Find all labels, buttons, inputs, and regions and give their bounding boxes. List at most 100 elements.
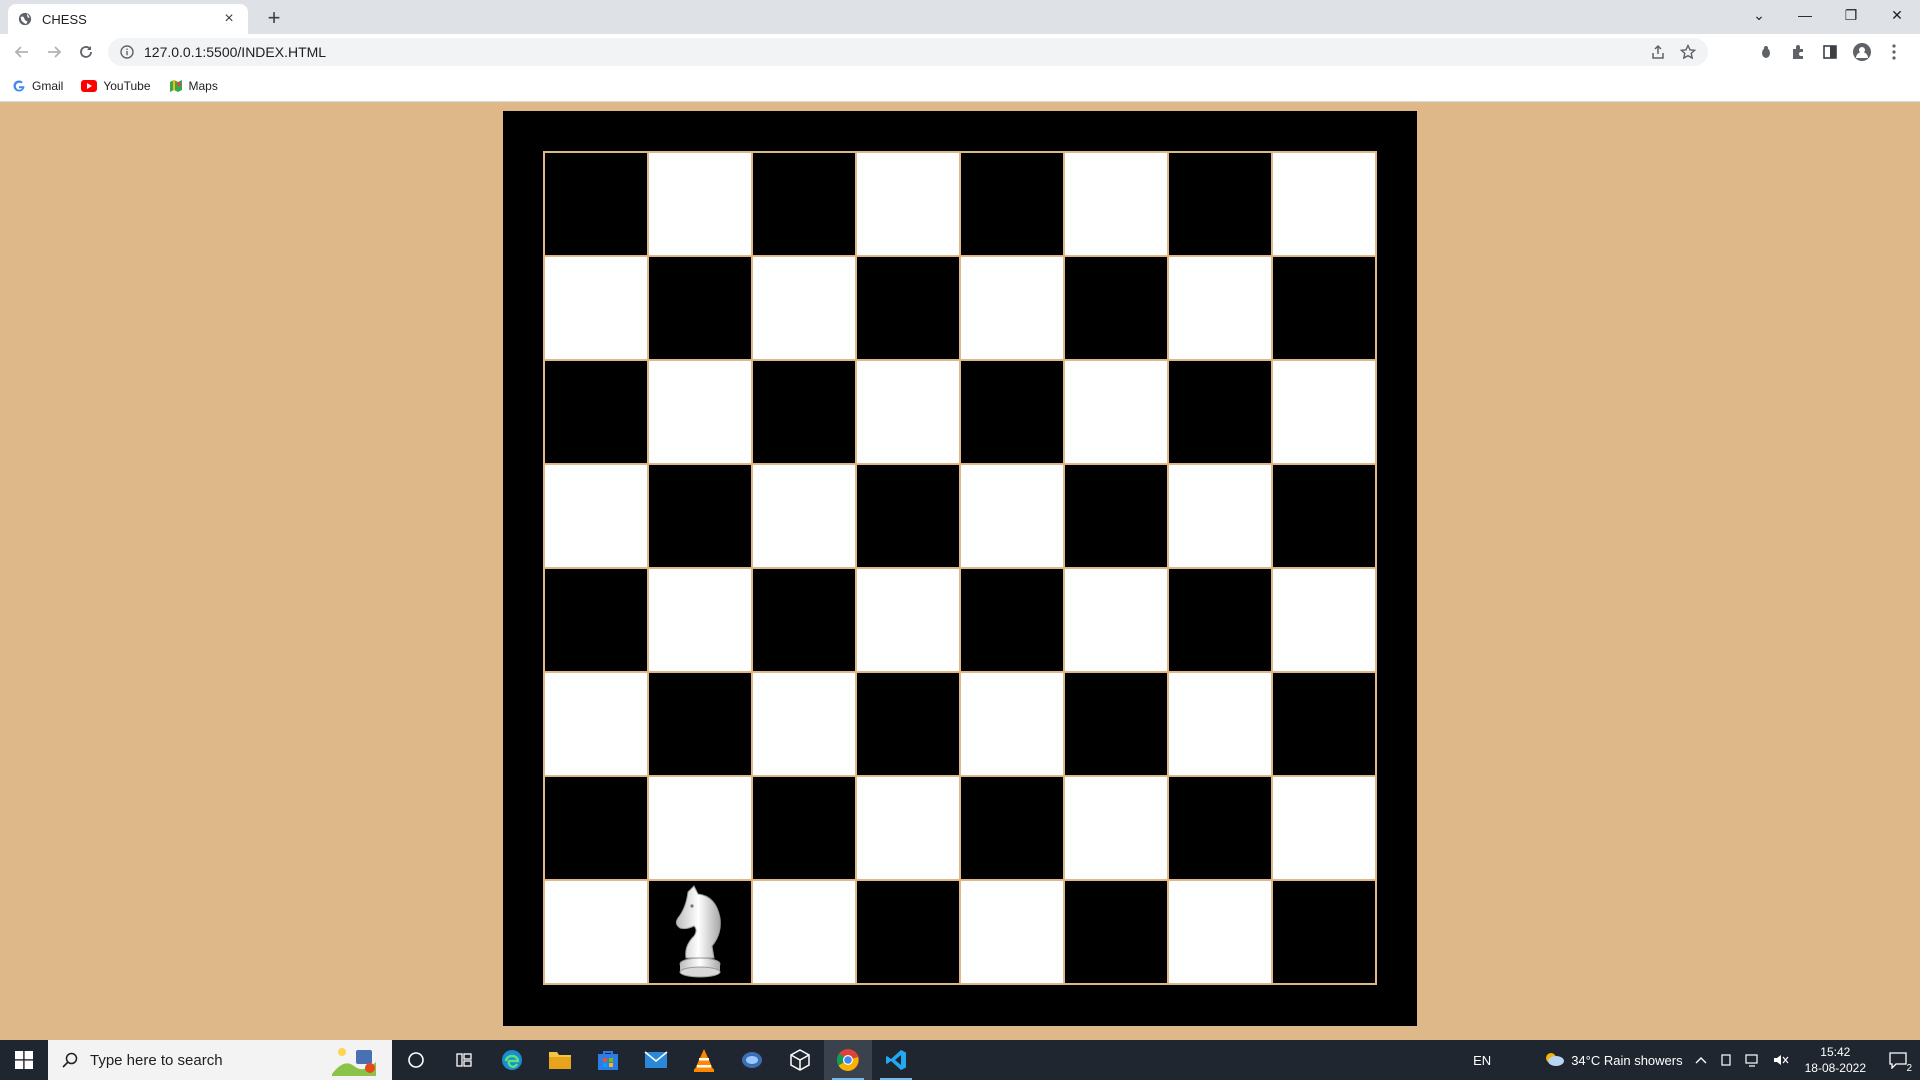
extensions-puzzle-icon[interactable] [1782, 36, 1814, 68]
bookmark-gmail[interactable]: Gmail [12, 79, 63, 93]
mail-app[interactable] [632, 1040, 680, 1080]
board-square-r2c3[interactable] [752, 256, 856, 360]
board-square-r2c7[interactable] [1168, 256, 1272, 360]
restore-button[interactable]: ❐ [1828, 0, 1874, 30]
board-square-r8c6[interactable] [1064, 880, 1168, 984]
board-square-r1c2[interactable] [648, 152, 752, 256]
language-indicator[interactable]: EN [1467, 1053, 1497, 1068]
board-square-r8c8[interactable] [1272, 880, 1376, 984]
board-square-r1c3[interactable] [752, 152, 856, 256]
reload-button[interactable] [70, 36, 102, 68]
extension-bug-icon[interactable] [1750, 36, 1782, 68]
address-bar[interactable]: 127.0.0.1:5500/INDEX.HTML [108, 38, 1708, 66]
board-square-r6c4[interactable] [856, 672, 960, 776]
browser-menu-icon[interactable] [1878, 36, 1910, 68]
task-view-button[interactable] [440, 1040, 488, 1080]
board-square-r3c2[interactable] [648, 360, 752, 464]
board-square-r2c4[interactable] [856, 256, 960, 360]
weather-widget[interactable]: 34°C Rain showers [1537, 1051, 1688, 1069]
board-square-r5c5[interactable] [960, 568, 1064, 672]
board-square-r3c4[interactable] [856, 360, 960, 464]
board-square-r3c7[interactable] [1168, 360, 1272, 464]
board-square-r8c2[interactable] [648, 880, 752, 984]
board-square-r7c6[interactable] [1064, 776, 1168, 880]
tab-chess[interactable]: CHESS × [8, 4, 248, 34]
board-square-r2c6[interactable] [1064, 256, 1168, 360]
board-square-r5c4[interactable] [856, 568, 960, 672]
forward-button[interactable] [38, 36, 70, 68]
board-square-r5c1[interactable] [544, 568, 648, 672]
board-square-r6c6[interactable] [1064, 672, 1168, 776]
board-square-r1c1[interactable] [544, 152, 648, 256]
white-knight-piece[interactable] [660, 884, 740, 980]
vscode-app[interactable] [872, 1040, 920, 1080]
file-explorer-app[interactable] [536, 1040, 584, 1080]
meet-now-button[interactable] [1713, 1053, 1739, 1067]
board-square-r6c7[interactable] [1168, 672, 1272, 776]
new-tab-button[interactable]: + [260, 4, 288, 32]
board-square-r3c3[interactable] [752, 360, 856, 464]
board-square-r4c2[interactable] [648, 464, 752, 568]
info-icon[interactable] [120, 45, 134, 59]
volume-button[interactable] [1767, 1053, 1795, 1067]
board-square-r4c1[interactable] [544, 464, 648, 568]
board-square-r6c2[interactable] [648, 672, 752, 776]
start-button[interactable] [0, 1040, 48, 1080]
board-square-r6c3[interactable] [752, 672, 856, 776]
board-square-r8c3[interactable] [752, 880, 856, 984]
taskbar-search[interactable]: Type here to search [48, 1040, 392, 1080]
chrome-app[interactable] [824, 1040, 872, 1080]
show-hidden-icons-button[interactable] [1689, 1056, 1713, 1064]
board-square-r4c7[interactable] [1168, 464, 1272, 568]
share-icon[interactable] [1650, 44, 1666, 60]
board-square-r2c2[interactable] [648, 256, 752, 360]
generic-app[interactable] [728, 1040, 776, 1080]
board-square-r5c3[interactable] [752, 568, 856, 672]
board-square-r5c7[interactable] [1168, 568, 1272, 672]
board-square-r8c1[interactable] [544, 880, 648, 984]
board-square-r8c5[interactable] [960, 880, 1064, 984]
store-app[interactable] [584, 1040, 632, 1080]
board-square-r5c6[interactable] [1064, 568, 1168, 672]
board-square-r4c8[interactable] [1272, 464, 1376, 568]
board-square-r5c2[interactable] [648, 568, 752, 672]
cortana-button[interactable] [392, 1040, 440, 1080]
board-square-r7c3[interactable] [752, 776, 856, 880]
board-square-r4c5[interactable] [960, 464, 1064, 568]
board-square-r7c1[interactable] [544, 776, 648, 880]
board-square-r1c8[interactable] [1272, 152, 1376, 256]
profile-avatar-icon[interactable] [1846, 36, 1878, 68]
url-text[interactable]: 127.0.0.1:5500/INDEX.HTML [144, 44, 1636, 60]
virtualbox-app[interactable] [776, 1040, 824, 1080]
board-square-r1c5[interactable] [960, 152, 1064, 256]
notification-center-button[interactable]: 2 [1876, 1040, 1920, 1080]
back-button[interactable] [6, 36, 38, 68]
tab-search-icon[interactable]: ⌄ [1736, 0, 1782, 30]
board-square-r7c4[interactable] [856, 776, 960, 880]
board-square-r2c5[interactable] [960, 256, 1064, 360]
board-square-r7c5[interactable] [960, 776, 1064, 880]
board-square-r6c8[interactable] [1272, 672, 1376, 776]
board-square-r1c4[interactable] [856, 152, 960, 256]
board-square-r8c4[interactable] [856, 880, 960, 984]
board-square-r2c8[interactable] [1272, 256, 1376, 360]
board-square-r1c7[interactable] [1168, 152, 1272, 256]
bookmark-maps[interactable]: Maps [169, 79, 218, 93]
board-square-r1c6[interactable] [1064, 152, 1168, 256]
side-panel-icon[interactable] [1814, 36, 1846, 68]
network-button[interactable] [1739, 1053, 1767, 1067]
board-square-r7c2[interactable] [648, 776, 752, 880]
minimize-button[interactable]: — [1782, 0, 1828, 30]
board-square-r2c1[interactable] [544, 256, 648, 360]
board-square-r5c8[interactable] [1272, 568, 1376, 672]
edge-app[interactable] [488, 1040, 536, 1080]
clock[interactable]: 15:42 18-08-2022 [1795, 1044, 1876, 1076]
board-square-r3c1[interactable] [544, 360, 648, 464]
board-square-r6c5[interactable] [960, 672, 1064, 776]
close-window-button[interactable]: ✕ [1874, 0, 1920, 30]
board-square-r7c7[interactable] [1168, 776, 1272, 880]
bookmark-star-icon[interactable] [1680, 44, 1696, 60]
board-square-r4c3[interactable] [752, 464, 856, 568]
tab-close-icon[interactable]: × [220, 10, 238, 28]
board-square-r3c6[interactable] [1064, 360, 1168, 464]
